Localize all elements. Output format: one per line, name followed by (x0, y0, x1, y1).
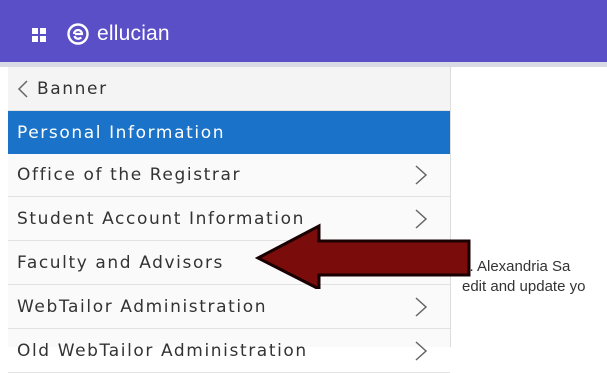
back-label: Banner (37, 78, 108, 99)
content-text-line-1: s. Alexandria Sa (462, 258, 571, 275)
menu-item-label: Personal Information (17, 122, 226, 143)
menu-item-webtailor-administration[interactable]: WebTailor Administration (8, 286, 450, 329)
banner-menu: Banner Personal Information Office of th… (8, 67, 451, 373)
menu-item-label: Office of the Registrar (17, 165, 242, 185)
menu-item-label: Old WebTailor Administration (17, 341, 308, 361)
top-navigation-bar: ellucian (0, 0, 607, 62)
menu-item-label: WebTailor Administration (17, 297, 268, 317)
back-to-banner-link[interactable]: Banner (8, 67, 450, 111)
chevron-right-icon (415, 165, 428, 185)
menu-item-office-of-the-registrar[interactable]: Office of the Registrar (8, 154, 450, 197)
chevron-right-icon (415, 297, 428, 317)
grid-icon[interactable] (32, 28, 46, 42)
menu-item-old-webtailor-administration[interactable]: Old WebTailor Administration (8, 330, 450, 373)
content-text-line-2: edit and update yo (462, 278, 586, 295)
ellucian-logo-icon (67, 23, 89, 45)
menu-item-personal-information[interactable]: Personal Information (8, 111, 450, 154)
menu-item-label: Faculty and Advisors (17, 253, 225, 273)
ellucian-logo[interactable]: ellucian (66, 22, 170, 46)
chevron-left-icon (17, 79, 28, 98)
content-pane (451, 67, 607, 347)
red-arrow-icon (255, 223, 471, 289)
logo-text: ellucian (97, 22, 170, 45)
chevron-right-icon (415, 341, 428, 361)
